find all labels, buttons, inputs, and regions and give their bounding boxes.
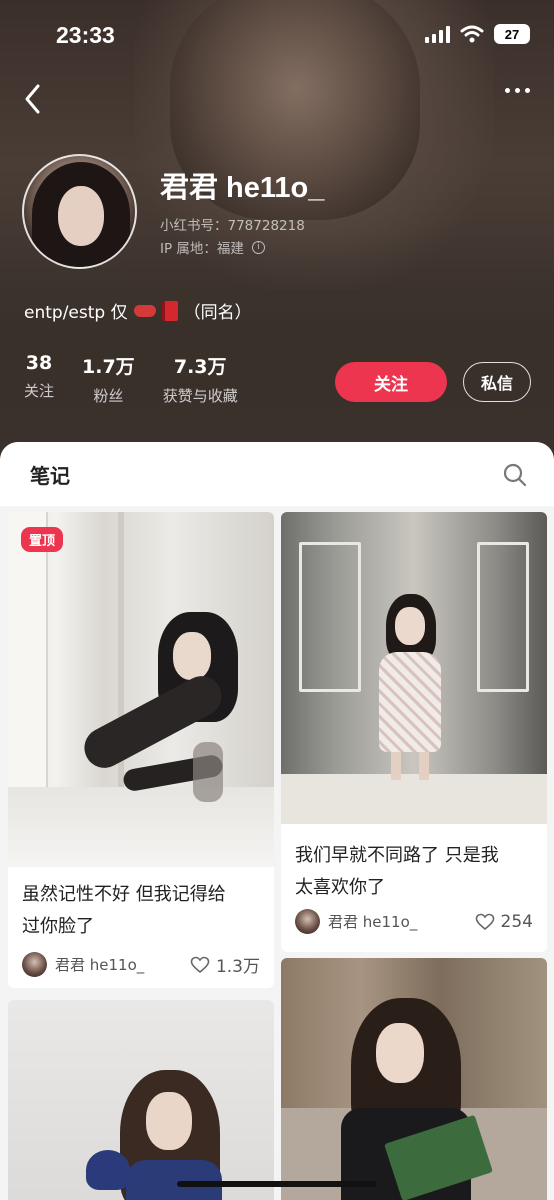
like-button[interactable]: 254 bbox=[475, 912, 533, 932]
profile-stats: 38 关注 1.7万 粉丝 7.3万 获赞与收藏 bbox=[24, 352, 238, 406]
notes-panel: 笔记 置顶 虽然记性不好 但我记得给 过你脸了 君君 he11o_ 1.3万 我… bbox=[0, 442, 554, 1200]
note-card[interactable]: 我们早就不同路了 只是我 太喜欢你了 君君 he11o_ 254 bbox=[281, 512, 547, 952]
heart-icon bbox=[475, 913, 494, 930]
signal-icon bbox=[425, 25, 450, 43]
note-title: 虽然记性不好 但我记得给 过你脸了 bbox=[22, 884, 226, 937]
back-button[interactable] bbox=[22, 82, 44, 120]
note-card[interactable] bbox=[281, 958, 547, 1200]
more-options-button[interactable] bbox=[505, 88, 530, 93]
note-title: 我们早就不同路了 只是我 太喜欢你了 bbox=[295, 845, 499, 898]
note-card[interactable]: 置顶 虽然记性不好 但我记得给 过你脸了 君君 he11o_ 1.3万 bbox=[8, 512, 274, 988]
like-button[interactable]: 1.3万 bbox=[190, 952, 260, 977]
heart-icon bbox=[190, 956, 210, 973]
home-indicator[interactable] bbox=[177, 1181, 377, 1187]
status-time: 23:33 bbox=[56, 22, 115, 48]
message-button[interactable]: 私信 bbox=[463, 362, 531, 402]
note-cover-image bbox=[8, 1000, 274, 1200]
ip-location: IP 属地：福建 i bbox=[160, 237, 265, 257]
author-avatar bbox=[295, 909, 320, 934]
note-meta: 君君 he11o_ 254 bbox=[295, 909, 533, 934]
status-icons: 27 bbox=[425, 24, 530, 44]
note-author[interactable]: 君君 he11o_ bbox=[22, 952, 144, 977]
battery-icon: 27 bbox=[494, 24, 530, 44]
profile-bio: entp/estp 仅 （同名） bbox=[24, 298, 252, 323]
chevron-left-icon bbox=[25, 84, 40, 114]
notes-tabbar: 笔记 bbox=[0, 442, 554, 506]
note-meta: 君君 he11o_ 1.3万 bbox=[22, 952, 260, 977]
note-author[interactable]: 君君 he11o_ bbox=[295, 909, 417, 934]
follow-button[interactable]: 关注 bbox=[335, 362, 447, 402]
stat-following[interactable]: 38 关注 bbox=[24, 352, 54, 406]
stat-followers[interactable]: 1.7万 粉丝 bbox=[82, 352, 135, 406]
wifi-icon bbox=[460, 25, 484, 43]
note-cover-image bbox=[281, 958, 547, 1200]
red-book-emoji-icon bbox=[161, 300, 178, 321]
search-icon bbox=[503, 463, 527, 487]
note-card[interactable] bbox=[8, 1000, 274, 1200]
pinned-badge: 置顶 bbox=[21, 527, 64, 552]
stat-likes-collections[interactable]: 7.3万 获赞与收藏 bbox=[163, 352, 238, 406]
profile-name: 君君 he11o_ bbox=[160, 172, 325, 204]
author-avatar bbox=[22, 952, 47, 977]
redbook-id: 小红书号：778728218 bbox=[160, 218, 305, 234]
tab-notes[interactable]: 笔记 bbox=[30, 460, 70, 489]
lips-emoji-icon bbox=[133, 304, 156, 317]
note-cover-image bbox=[281, 512, 547, 824]
note-cover-image bbox=[8, 512, 274, 867]
info-icon[interactable]: i bbox=[251, 240, 265, 254]
search-button[interactable] bbox=[502, 462, 528, 492]
profile-avatar[interactable] bbox=[22, 154, 137, 269]
